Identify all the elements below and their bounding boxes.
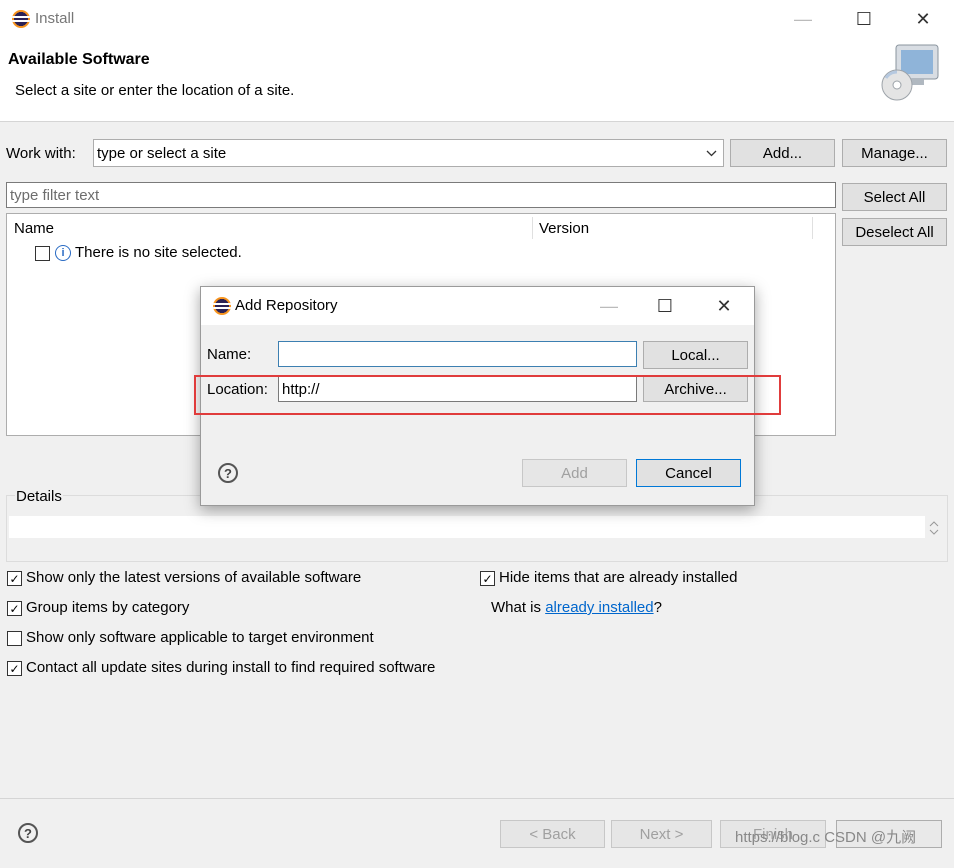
group-by-category-label[interactable]: Group items by category (26, 599, 189, 616)
column-divider (532, 217, 533, 239)
window-title: Install (35, 10, 75, 27)
header-banner: Available Software Select a site or ente… (0, 38, 954, 122)
filter-placeholder: type filter text (10, 186, 100, 204)
help-icon[interactable]: ? (18, 823, 38, 843)
page-title: Available Software (8, 51, 150, 68)
target-environment-label[interactable]: Show only software applicable to target … (26, 629, 374, 646)
next-button[interactable]: Next > (611, 820, 712, 848)
column-divider (812, 217, 813, 239)
dialog-titlebar: Add Repository — ☐ ✕ (201, 287, 754, 325)
chevron-down-icon[interactable] (706, 150, 717, 157)
location-highlight-box (194, 375, 781, 415)
minimize-button[interactable]: — (780, 0, 826, 38)
name-input[interactable] (278, 341, 637, 367)
watermark-text: https://blog.c CSDN @九阙 (735, 829, 917, 846)
work-with-combo[interactable]: type or select a site (93, 139, 724, 167)
hide-installed-checkbox[interactable]: ✓ (480, 571, 495, 586)
dialog-help-icon[interactable]: ? (218, 463, 238, 483)
already-installed-link[interactable]: already installed (545, 599, 653, 616)
dialog-close-button[interactable]: ✕ (701, 287, 747, 325)
dialog-title: Add Repository (235, 297, 338, 314)
details-scroll-icon[interactable] (929, 519, 939, 537)
dialog-cancel-button[interactable]: Cancel (636, 459, 741, 487)
contact-all-sites-checkbox[interactable]: ✓ (7, 661, 22, 676)
group-by-category-checkbox[interactable]: ✓ (7, 601, 22, 616)
page-description: Select a site or enter the location of a… (15, 82, 295, 99)
name-label: Name: (207, 346, 252, 363)
dialog-maximize-button[interactable]: ☐ (642, 287, 688, 325)
site-row-checkbox[interactable] (35, 246, 50, 261)
install-wizard-icon (881, 44, 939, 101)
eclipse-logo-icon (12, 10, 30, 28)
show-latest-label[interactable]: Show only the latest versions of availab… (26, 569, 361, 586)
filter-input[interactable]: type filter text (6, 182, 836, 208)
dialog-minimize-button[interactable]: — (586, 287, 632, 325)
close-button[interactable]: ✕ (900, 0, 946, 38)
target-environment-checkbox[interactable] (7, 631, 22, 646)
what-is-installed-text: What is already installed? (491, 599, 662, 616)
hide-installed-label[interactable]: Hide items that are already installed (499, 569, 737, 586)
deselect-all-button[interactable]: Deselect All (842, 218, 947, 246)
maximize-button[interactable]: ☐ (841, 0, 887, 38)
what-is-prefix: What is (491, 599, 546, 616)
column-header-version[interactable]: Version (539, 220, 589, 237)
what-is-suffix: ? (653, 599, 662, 616)
info-icon: i (55, 245, 71, 261)
details-text (9, 516, 925, 538)
eclipse-logo-icon (213, 297, 231, 315)
manage-sites-button[interactable]: Manage... (842, 139, 947, 167)
table-row-label: There is no site selected. (75, 244, 242, 261)
window-titlebar: Install — ☐ ✕ (0, 0, 954, 38)
back-button[interactable]: < Back (500, 820, 605, 848)
contact-all-sites-label[interactable]: Contact all update sites during install … (26, 659, 435, 676)
dialog-add-button[interactable]: Add (522, 459, 627, 487)
work-with-value: type or select a site (97, 144, 227, 162)
work-with-label: Work with: (6, 145, 76, 162)
footer-separator (0, 798, 954, 799)
show-latest-checkbox[interactable]: ✓ (7, 571, 22, 586)
select-all-button[interactable]: Select All (842, 183, 947, 211)
details-label: Details (15, 488, 63, 505)
column-header-name[interactable]: Name (14, 220, 54, 237)
local-button[interactable]: Local... (643, 341, 748, 369)
add-site-button[interactable]: Add... (730, 139, 835, 167)
